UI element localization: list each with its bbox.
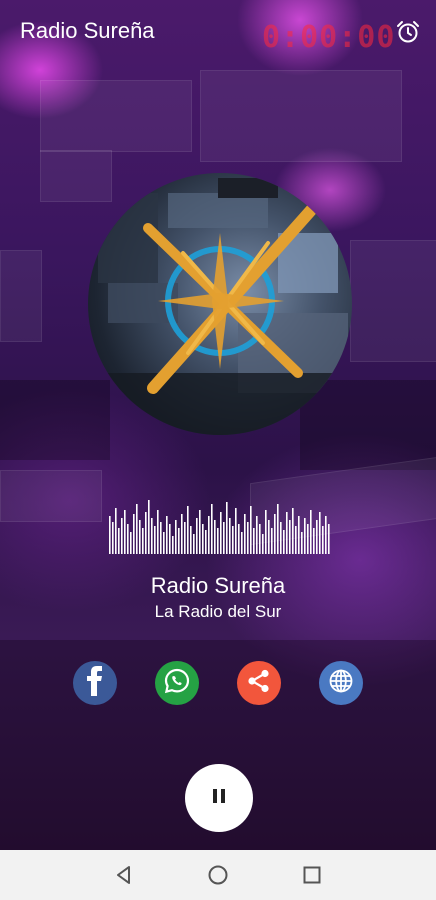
station-slogan: La Radio del Sur (154, 602, 282, 621)
whatsapp-share-button[interactable] (155, 661, 199, 705)
website-button[interactable] (319, 661, 363, 705)
play-pause-button[interactable] (185, 764, 253, 832)
share-button[interactable] (237, 661, 281, 705)
studio-clock-display: 0:00:00 (262, 20, 396, 55)
globe-icon (327, 667, 355, 700)
back-icon[interactable] (112, 863, 136, 887)
audio-visualizer (108, 498, 330, 554)
station-name: Radio Sureña (150, 573, 286, 598)
alarm-clock-icon[interactable] (394, 18, 422, 46)
recents-icon[interactable] (300, 863, 324, 887)
app-title: Radio Sureña (20, 18, 155, 43)
whatsapp-icon (163, 667, 191, 700)
share-icon (246, 668, 272, 699)
station-logo (88, 173, 352, 435)
facebook-share-button[interactable] (73, 661, 117, 705)
home-icon[interactable] (206, 863, 230, 887)
android-navigation-bar (0, 850, 436, 900)
facebook-icon (83, 665, 107, 701)
pause-icon (210, 787, 228, 810)
